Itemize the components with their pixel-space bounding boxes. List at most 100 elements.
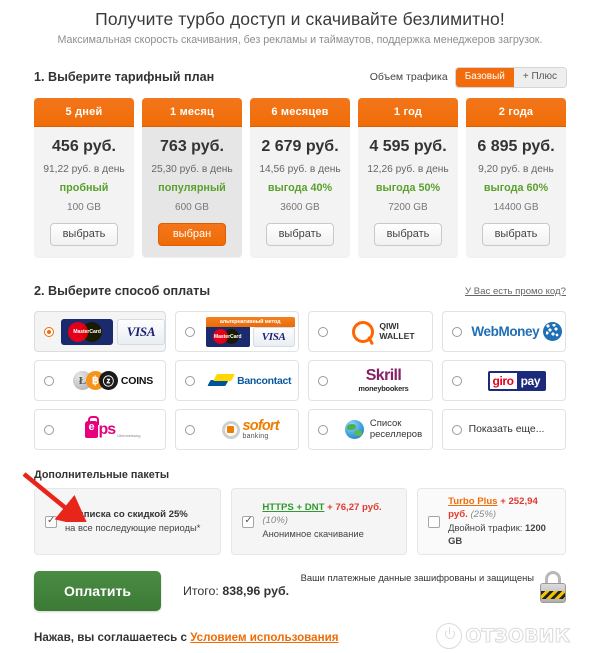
plan-card[interactable]: 2 года 6 895 руб. 9,20 руб. в день выгод… (466, 98, 566, 257)
traffic-toggle-group: Объем трафика Базовый + Плюс (369, 67, 566, 87)
traffic-toggle[interactable]: Базовый + Плюс (455, 67, 566, 87)
sofort-sublabel: banking (242, 433, 269, 441)
plan-price: 456 руб. (52, 138, 116, 155)
toggle-option-plus[interactable]: + Плюс (513, 67, 566, 87)
plan-traffic: 100 GB (67, 202, 101, 213)
alternative-method-ribbon: альтернативный метод (205, 316, 295, 327)
eps-sublabel: Überweisung (117, 433, 141, 438)
plan-select-button[interactable]: выбрать (373, 223, 443, 246)
checkbox-icon[interactable] (428, 515, 441, 528)
payment-option-qiwi-wallet[interactable]: QIWI WALLET (308, 311, 433, 352)
page-subtitle: Максимальная скорость скачивания, без ре… (57, 34, 543, 46)
radio-icon[interactable] (185, 424, 195, 435)
plan-select-button[interactable]: выбрать (481, 223, 551, 246)
radio-icon[interactable] (451, 326, 462, 337)
plan-card[interactable]: 1 год 4 595 руб. 12,26 руб. в день выгод… (358, 98, 458, 257)
checkbox-icon[interactable] (45, 515, 57, 528)
radio-icon[interactable] (185, 326, 195, 337)
plan-traffic: 600 GB (175, 202, 209, 213)
alternative-method-logo: альтернативный метод MasterCard VISA (202, 312, 298, 351)
payment-option-resellers[interactable]: Список реселлеров (308, 409, 433, 450)
terms-link[interactable]: Условием использования (190, 631, 338, 644)
pay-button[interactable]: Оплатить (34, 571, 161, 612)
plan-card[interactable]: 1 месяц 763 руб. 25,30 руб. в день попул… (142, 98, 242, 257)
radio-icon[interactable] (451, 375, 462, 386)
globe-icon (344, 420, 364, 439)
plan-benefit: популярный (158, 182, 226, 194)
payment-option-sofort[interactable]: sofort banking (175, 409, 300, 450)
mastercard-wordmark: MasterCard (213, 333, 242, 340)
plan-per-day: 25,30 руб. в день (151, 164, 233, 175)
payment-option-skrill[interactable]: Skrill moneybookers (308, 360, 433, 401)
plan-price: 6 895 руб. (477, 138, 555, 155)
sofort-label: sofort (242, 417, 280, 434)
section2-header-row: 2. Выберите способ оплаты У Вас есть про… (34, 280, 566, 302)
payment-option-bancontact[interactable]: Bancontact (175, 360, 300, 401)
mastercard-icon: MasterCard (205, 326, 250, 347)
radio-icon[interactable] (318, 375, 329, 386)
promo-code-link[interactable]: У Вас есть промо код? (465, 286, 566, 297)
plan-traffic: 3600 GB (280, 202, 320, 213)
total-value: 838,96 руб. (222, 584, 290, 599)
plan-period: 1 месяц (142, 98, 242, 127)
extra-subscription-discount[interactable]: Подписка со скидкой 25% на все последующ… (34, 488, 222, 556)
qiwi-icon (352, 320, 375, 343)
payment-option-eps[interactable]: ps Überweisung (34, 409, 166, 450)
hero-header: Получите турбо доступ и скачивайте безли… (0, 0, 600, 46)
power-icon (436, 623, 463, 650)
mastercard-icon: MasterCard (61, 318, 113, 345)
payment-option-mastercard-visa[interactable]: MasterCard VISA (34, 311, 166, 352)
plan-benefit: выгода 50% (375, 182, 441, 194)
extra-https-dnt[interactable]: HTTPS + DNT + 76,27 руб. (10%) Анонимное… (231, 488, 408, 556)
skrill-logo: Skrill moneybookers (335, 361, 431, 400)
extra-subtitle: Двойной трафик: (448, 521, 526, 533)
plan-select-button[interactable]: выбрать (265, 223, 335, 246)
watermark-text: ОТЗОВИК (465, 625, 571, 648)
webmoney-label: WebMoney (471, 324, 540, 339)
radio-icon[interactable] (185, 375, 195, 386)
payment-option-mastercard-visa-alt[interactable]: альтернативный метод MasterCard VISA (175, 311, 300, 352)
checkbox-icon[interactable] (242, 515, 255, 528)
bancontact-icon (209, 374, 233, 388)
radio-icon[interactable] (318, 424, 329, 435)
qiwi-label-line2: WALLET (379, 330, 415, 341)
visa-icon: VISA (252, 326, 295, 347)
secure-text: Ваши платежные данные зашифрованы и защи… (300, 572, 534, 584)
extra-name: Turbo Plus (448, 496, 498, 507)
payment-option-webmoney[interactable]: WebMoney (441, 311, 566, 352)
plan-benefit: пробный (59, 182, 109, 194)
radio-icon[interactable] (44, 424, 54, 435)
plan-price: 4 595 руб. (369, 138, 447, 155)
qiwi-wallet-logo: QIWI WALLET (335, 312, 431, 351)
plan-card[interactable]: 5 дней 456 руб. 91,22 руб. в день пробны… (34, 98, 134, 257)
plan-period: 6 месяцев (250, 98, 350, 127)
extra-percent: (10%) (262, 515, 288, 527)
giropay-logo: giro pay (469, 361, 565, 400)
radio-icon[interactable] (318, 326, 329, 337)
extra-percent: (25%) (470, 508, 497, 520)
plan-select-button[interactable]: выбрать (49, 223, 119, 246)
extra-turbo-plus[interactable]: Turbo Plus + 252,94 руб. (25%) Двойной т… (417, 488, 566, 556)
plan-price: 2 679 руб. (261, 138, 339, 155)
skrill-label: Skrill (365, 367, 402, 385)
terms-text: Нажав, вы соглашаетесь с (34, 631, 191, 645)
radio-icon[interactable] (44, 375, 54, 386)
traffic-volume-label: Объем трафика (369, 71, 448, 83)
payment-option-coins[interactable]: Ł ฿ ⓩ COINS (34, 360, 166, 401)
plan-per-day: 9,20 руб. в день (478, 164, 554, 175)
payment-option-show-more[interactable]: Показать еще... (441, 409, 566, 450)
extra-title: Подписка со скидкой 25% (65, 508, 188, 520)
page-title: Получите турбо доступ и скачивайте безли… (95, 9, 505, 29)
show-more-label: Показать еще... (468, 424, 545, 435)
total-amount: Итого: 838,96 руб. (183, 584, 289, 598)
eps-lock-icon (85, 416, 100, 438)
skrill-sublabel: moneybookers (358, 384, 409, 394)
plan-select-button[interactable]: выбран (157, 223, 227, 246)
section-tariff-plans: 1. Выберите тарифный план Объем трафика … (34, 66, 566, 257)
radio-icon[interactable] (44, 326, 54, 337)
toggle-option-basic[interactable]: Базовый (455, 67, 514, 87)
radio-icon[interactable] (451, 424, 462, 435)
extra-name: HTTPS + DNT (262, 502, 325, 514)
payment-option-giropay[interactable]: giro pay (441, 360, 566, 401)
plan-card[interactable]: 6 месяцев 2 679 руб. 14,56 руб. в день в… (250, 98, 350, 257)
